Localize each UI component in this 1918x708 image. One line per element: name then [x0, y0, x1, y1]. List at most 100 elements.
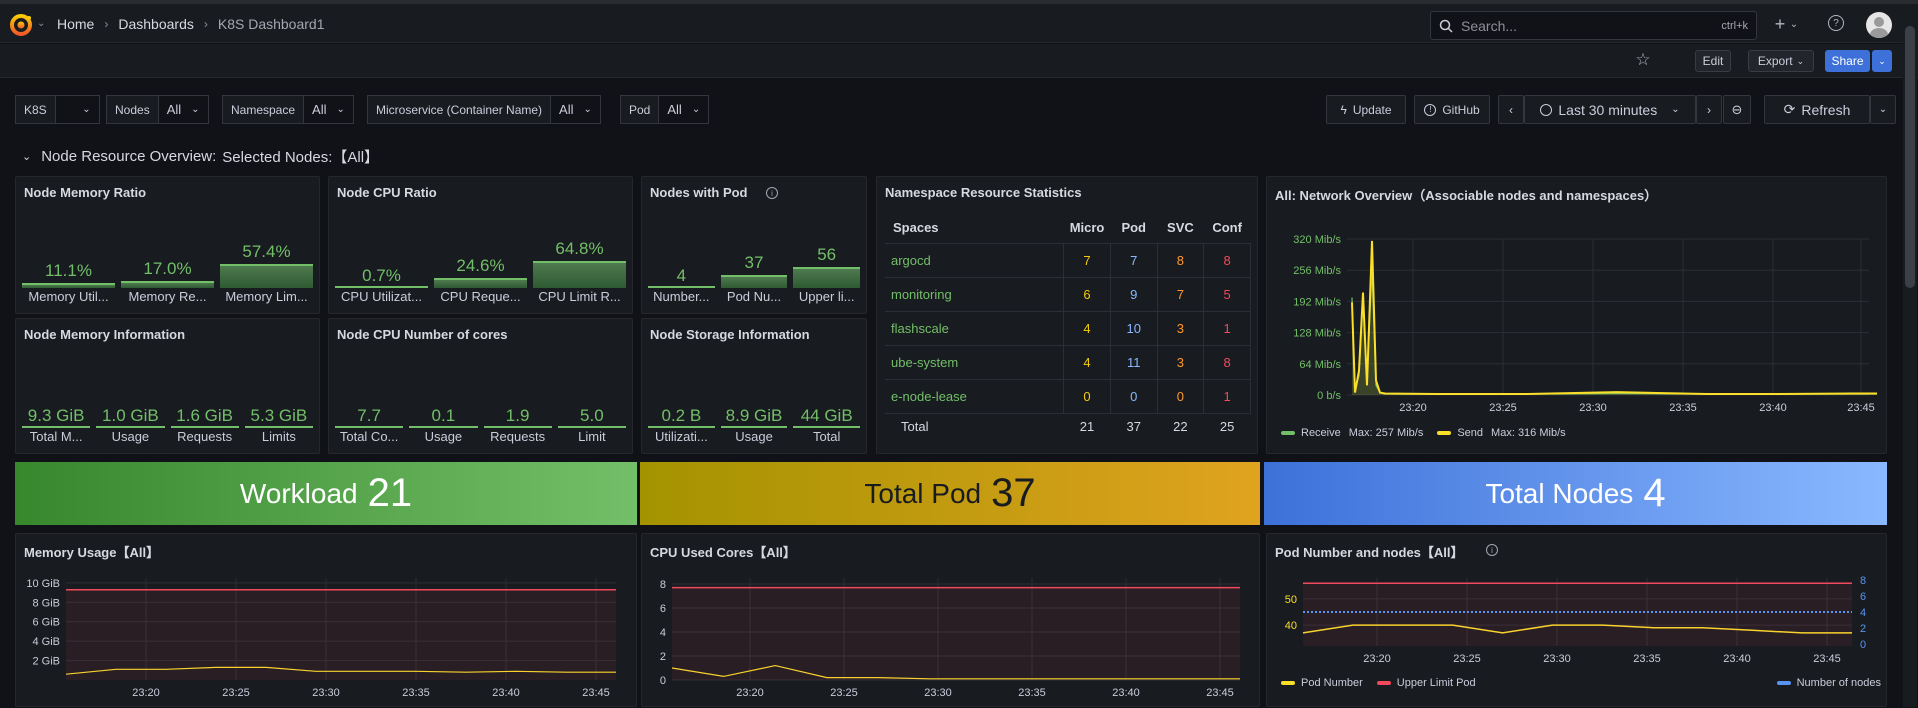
export-button[interactable]: Export ⌄: [1748, 50, 1814, 72]
table-cell-space: argocd: [885, 243, 1065, 278]
stat-total-pod[interactable]: Total Pod 37: [640, 462, 1260, 525]
breadcrumb-dashboards[interactable]: Dashboards: [118, 16, 194, 32]
panel-cpu-used[interactable]: CPU Used Cores【All】 0 2 4 6 8 23:20 23:25 23:30…: [641, 533, 1260, 707]
update-button[interactable]: ϟ Update: [1326, 95, 1406, 124]
legend-item[interactable]: Number of nodes: [1776, 677, 1881, 689]
row-subtitle: Selected Nodes:【All】: [222, 149, 380, 166]
bar-gauge: 17.0% Memory Re...: [121, 234, 214, 304]
variable-select[interactable]: ⌄: [55, 95, 100, 124]
y-tick-label: 64 Mib/s: [1299, 359, 1341, 371]
bar-gauge: 4 Number...: [648, 234, 715, 304]
stat-total-nodes[interactable]: Total Nodes 4: [1264, 462, 1887, 525]
refresh-interval-button[interactable]: ⌄: [1870, 95, 1896, 124]
stat-value: 4: [1643, 471, 1666, 515]
legend-item[interactable]: Receive Max: 257 Mib/s: [1281, 427, 1423, 439]
variable-select[interactable]: All ⌄: [659, 95, 710, 124]
x-tick-label: 23:30: [312, 687, 340, 699]
gauge-value: 8.9 GiB: [725, 406, 783, 425]
column-header-svc[interactable]: SVC: [1157, 213, 1204, 244]
zoom-out-button[interactable]: ⊖: [1723, 95, 1751, 124]
search-bar[interactable]: ctrl+k: [1430, 11, 1757, 40]
github-label: GitHub: [1442, 102, 1480, 117]
refresh-button[interactable]: ⟳ Refresh: [1764, 95, 1870, 124]
github-button[interactable]: ! GitHub: [1414, 95, 1490, 124]
new-plus-icon[interactable]: +: [1770, 13, 1790, 35]
variable-value: All: [312, 102, 327, 117]
variable-pod[interactable]: Pod All ⌄: [620, 95, 710, 124]
edit-label: Edit: [1702, 54, 1724, 68]
row-header[interactable]: ⌄ Node Resource Overview: Selected Nodes…: [22, 146, 379, 167]
y-right-tick-label: 2: [1860, 623, 1866, 635]
variable-k8s[interactable]: K8S ⌄: [15, 95, 100, 124]
gauge-label: Pod Nu...: [726, 289, 782, 304]
row-collapse-chevron-icon[interactable]: ⌄: [22, 150, 31, 163]
edit-button[interactable]: Edit: [1695, 50, 1731, 72]
x-tick-label: 23:35: [1669, 402, 1697, 414]
search-input[interactable]: [1461, 17, 1714, 34]
variable-label: Namespace: [222, 95, 305, 124]
chart-legend: Receive Max: 257 Mib/s Send Max: 316 Mib/s: [1281, 427, 1566, 439]
legend-item[interactable]: Upper Limit Pod: [1376, 677, 1476, 689]
variable-select[interactable]: All ⌄: [304, 95, 354, 124]
page-scrollbar-thumb[interactable]: [1905, 26, 1915, 288]
time-picker[interactable]: Last 30 minutes ⌄: [1524, 95, 1696, 124]
chevron-down-icon: ⌄: [1671, 104, 1680, 115]
x-tick-label: 23:30: [1543, 653, 1571, 665]
new-chevron-down-icon[interactable]: ⌄: [1788, 15, 1800, 33]
panel-info-icon[interactable]: i: [766, 187, 778, 199]
column-header-micro[interactable]: Micro: [1063, 213, 1111, 244]
series-area: [66, 589, 616, 680]
gauge-value: 0.1: [431, 406, 456, 425]
legend-item[interactable]: Send Max: 316 Mib/s: [1437, 427, 1566, 439]
panel-memory-usage[interactable]: Memory Usage【All】 2 GiB 4 GiB 6 GiB 8 GiB 10…: [15, 533, 637, 707]
table-row[interactable]: flashscale 4 10 3 1: [885, 311, 1251, 346]
stat-label: Total Nodes: [1485, 477, 1634, 509]
legend-item[interactable]: Pod Number: [1281, 677, 1363, 689]
table-row[interactable]: e-node-lease 0 0 0 1: [885, 379, 1251, 414]
time-back-button[interactable]: ‹: [1498, 95, 1524, 124]
table-row[interactable]: argocd 7 7 8 8: [885, 243, 1251, 278]
gauge-value: 11.1%: [45, 261, 92, 280]
panel-nodes-with-pod[interactable]: Nodes with Pod i 4 Number... 37 Pod Nu... 56…: [641, 176, 867, 314]
table-row[interactable]: monitoring 6 9 7 5: [885, 277, 1251, 312]
user-avatar[interactable]: [1866, 12, 1892, 38]
panel-namespace-stats[interactable]: Namespace Resource Statistics Spaces Mic…: [876, 176, 1258, 454]
variable-nodes[interactable]: Nodes All ⌄: [106, 95, 209, 124]
y-right-tick-label: 4: [1860, 607, 1866, 619]
share-button[interactable]: Share: [1825, 50, 1870, 72]
variable-select[interactable]: All ⌄: [158, 95, 209, 124]
column-header-conf[interactable]: Conf: [1203, 213, 1251, 244]
gauge-fill: [335, 426, 404, 428]
table-total-svc: 22: [1173, 418, 1188, 434]
stat-workload[interactable]: Workload 21: [15, 462, 637, 525]
panel-node-cpu-ratio[interactable]: Node CPU Ratio 0.7% CPU Utilizat... 24.6% C…: [328, 176, 633, 314]
breadcrumb-current: K8S Dashboard1: [217, 15, 325, 32]
panel-network-overview[interactable]: All: Network Overview（Associable nodes a…: [1266, 176, 1887, 454]
gauge-fill: [335, 286, 428, 288]
panel-node-storage-info[interactable]: Node Storage Information 0.2 B Utilizati.…: [641, 318, 867, 454]
panel-node-cpu-cores[interactable]: Node CPU Number of cores 7.7 Total Co... 0…: [328, 318, 633, 454]
bar-gauge: 5.3 GiB Limits: [244, 374, 313, 444]
grafana-logo-icon[interactable]: [9, 13, 33, 37]
gauge-value: 0.7%: [362, 266, 401, 285]
time-forward-button[interactable]: ›: [1696, 95, 1722, 124]
update-label: Update: [1352, 102, 1392, 117]
panel-pod-number[interactable]: Pod Number and nodes【All】 i 40 50 0 2 4 6 8 23:…: [1266, 533, 1887, 707]
breadcrumb-home[interactable]: Home: [57, 16, 94, 32]
variable-label: Nodes: [106, 95, 159, 124]
variable-namespace[interactable]: Namespace All ⌄: [222, 95, 354, 124]
logo-chevron-down-icon[interactable]: ⌄: [37, 18, 45, 29]
table-row[interactable]: ube-system 4 11 3 8: [885, 345, 1251, 380]
star-icon[interactable]: ☆: [1633, 50, 1653, 70]
column-header-spaces[interactable]: Spaces: [885, 213, 1064, 244]
x-tick-label: 23:35: [402, 687, 430, 699]
panel-node-memory-info[interactable]: Node Memory Information 9.3 GiB Total M..…: [15, 318, 320, 454]
y-right-tick-label: 6: [1860, 591, 1866, 603]
zoom-out-icon: ⊖: [1731, 101, 1743, 117]
help-icon[interactable]: ?: [1828, 15, 1844, 31]
panel-node-memory-ratio[interactable]: Node Memory Ratio 11.1% Memory Util... 17.…: [15, 176, 320, 314]
column-header-pod[interactable]: Pod: [1110, 213, 1158, 244]
variable-select[interactable]: All ⌄: [551, 95, 601, 124]
variable-microservice[interactable]: Microservice (Container Name) All ⌄: [367, 95, 601, 124]
share-chevron-button[interactable]: ⌄: [1872, 50, 1892, 72]
